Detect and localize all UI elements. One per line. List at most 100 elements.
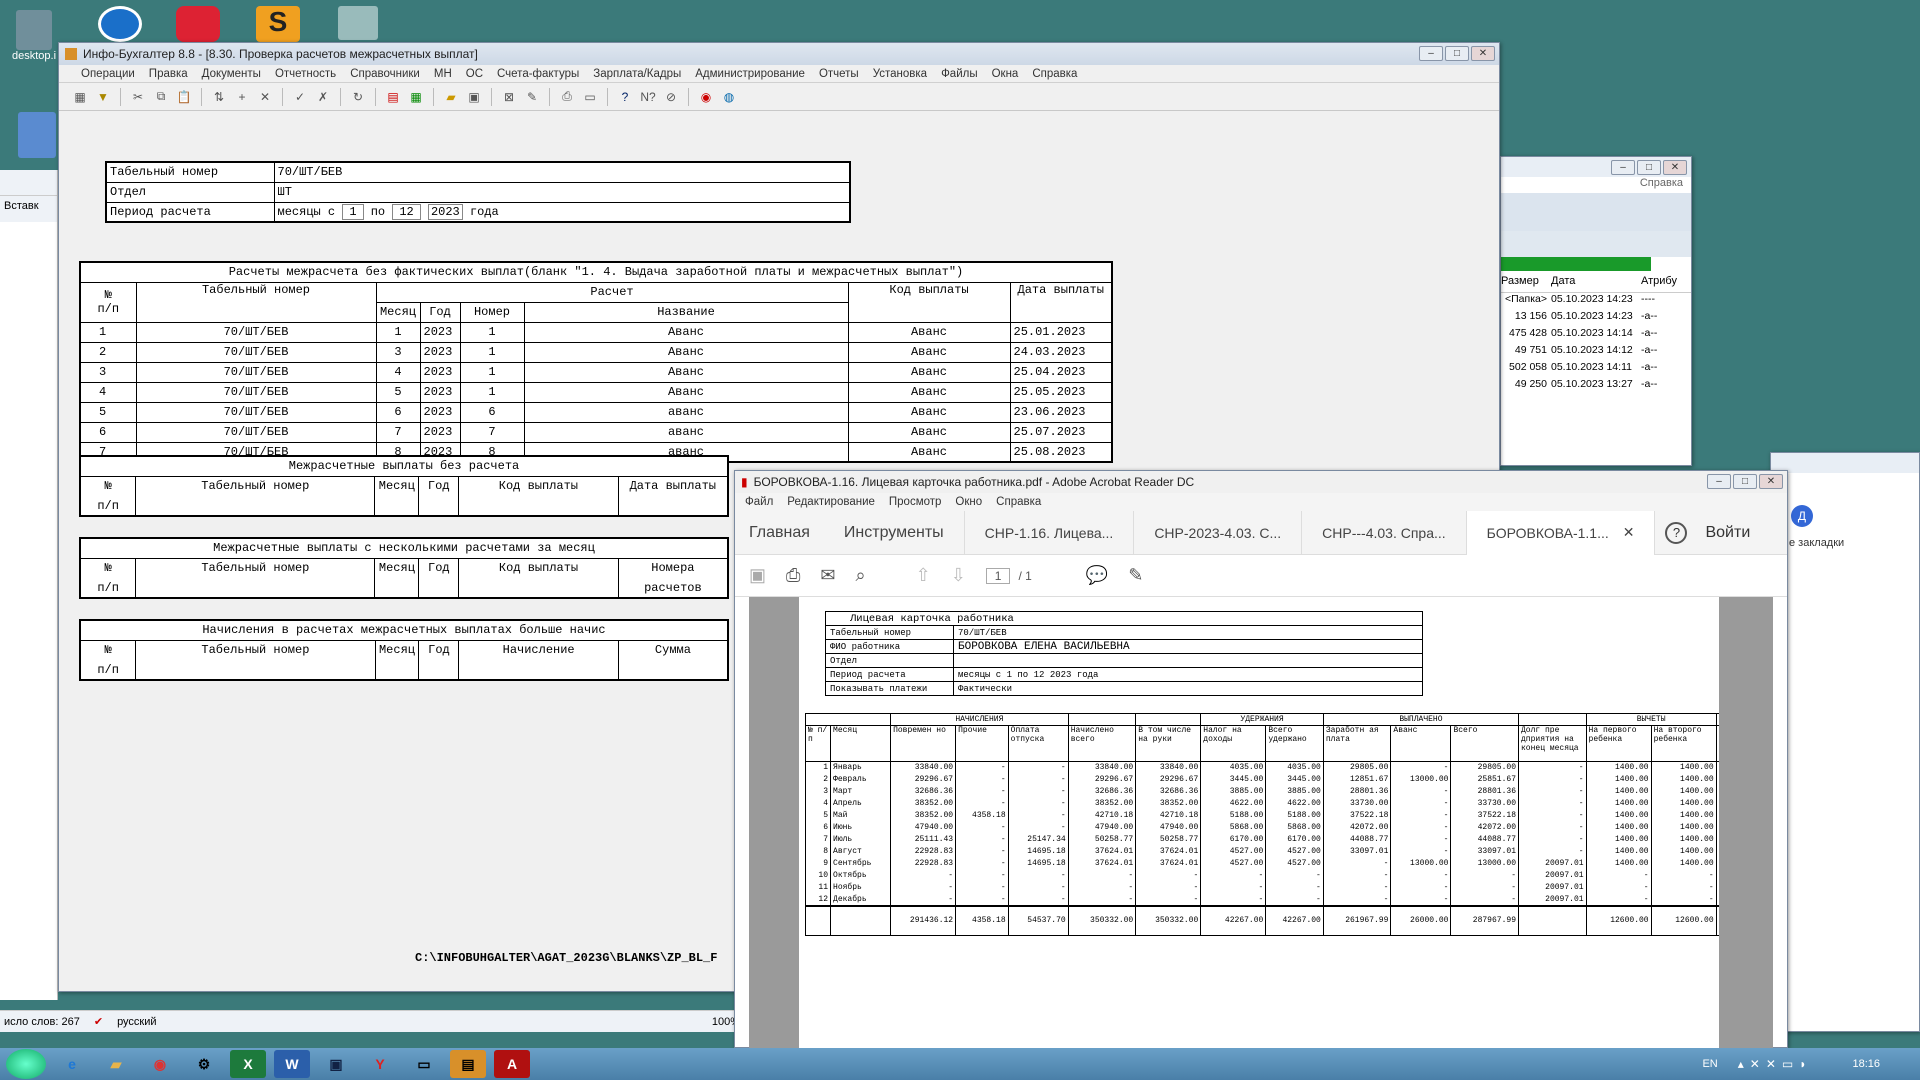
compass-icon[interactable]: ⊘ xyxy=(662,88,680,106)
edit-icon[interactable]: ✎ xyxy=(523,88,541,106)
comment-icon[interactable]: 💬 xyxy=(1086,565,1108,586)
menu-item[interactable]: Операции xyxy=(81,68,135,80)
search-icon[interactable]: ⌕ xyxy=(856,565,866,586)
paste-icon[interactable]: 📋 xyxy=(175,88,193,106)
department-value[interactable]: ШТ xyxy=(273,181,851,203)
col-size[interactable]: Размер xyxy=(1501,275,1551,292)
list-item[interactable]: 502 058 05.10.2023 14:11 -a-- xyxy=(1501,361,1691,378)
list-item[interactable]: 49 250 05.10.2023 13:27 -a-- xyxy=(1501,378,1691,395)
menu-item[interactable]: МН xyxy=(434,68,452,80)
save-icon[interactable]: ▣ xyxy=(749,565,766,586)
page-up-icon[interactable]: ⇧ xyxy=(916,565,931,586)
period-from[interactable]: 1 xyxy=(342,203,364,220)
refresh-icon[interactable]: ↻ xyxy=(349,88,367,106)
maximize-button[interactable]: □ xyxy=(1445,46,1469,61)
menu-item[interactable]: Файл xyxy=(745,496,773,508)
infobuh-icon[interactable]: ▤ xyxy=(450,1050,486,1078)
avatar[interactable]: Д xyxy=(1791,505,1813,527)
table-row[interactable]: 4 70/ШТ/БЕВ 5 2023 1 Аванс Аванс 25.05.2023 xyxy=(79,381,1113,403)
mail-icon[interactable]: ✉ xyxy=(820,565,835,586)
teamviewer-icon[interactable] xyxy=(98,6,142,42)
desktop-icon[interactable]: desktop.i xyxy=(10,10,58,66)
menu-item[interactable]: Администрирование xyxy=(695,68,805,80)
tab-number-value[interactable]: 70/ШТ/БЕВ xyxy=(273,161,851,183)
support-icon[interactable]: ◉ xyxy=(697,88,715,106)
explorer-icon[interactable]: ▰ xyxy=(98,1050,134,1078)
grid-icon[interactable]: ▦ xyxy=(71,88,89,106)
filter-icon[interactable]: ▼ xyxy=(94,88,112,106)
acrobat-icon[interactable]: A xyxy=(494,1050,530,1078)
unmark-icon[interactable]: ✗ xyxy=(314,88,332,106)
minimize-button[interactable]: ‒ xyxy=(1611,160,1635,175)
minimize-button[interactable]: ‒ xyxy=(1419,46,1443,61)
table-row[interactable]: 5 70/ШТ/БЕВ 6 2023 6 аванс Аванс 23.06.2023 xyxy=(79,401,1113,423)
tab-home[interactable]: Главная xyxy=(735,511,824,555)
excel-icon[interactable]: X xyxy=(230,1050,266,1078)
app-icon[interactable]: ⚙ xyxy=(186,1050,222,1078)
menu-item[interactable]: Справка xyxy=(1032,68,1077,80)
page-input[interactable]: 1 xyxy=(985,567,1011,584)
copy-icon[interactable]: ⧉ xyxy=(152,88,170,106)
close-button[interactable]: ✕ xyxy=(1471,46,1495,61)
list-item[interactable]: 49 751 05.10.2023 14:12 -a-- xyxy=(1501,344,1691,361)
tab-doc-3[interactable]: СНР---4.03. Спра... xyxy=(1302,510,1467,555)
floppy-icon[interactable]: ▣ xyxy=(318,1050,354,1078)
list-item[interactable]: 475 428 05.10.2023 14:14 -a-- xyxy=(1501,327,1691,344)
period-to[interactable]: 12 xyxy=(392,203,421,220)
page-down-icon[interactable]: ⇩ xyxy=(951,565,966,586)
table-row[interactable]: 3 70/ШТ/БЕВ 4 2023 1 Аванс Аванс 25.04.2023 xyxy=(79,361,1113,383)
yandex-icon[interactable]: Y xyxy=(362,1050,398,1078)
network-icon[interactable] xyxy=(338,6,378,40)
table-row[interactable]: 2 70/ШТ/БЕВ 3 2023 1 Аванс Аванс 24.03.2023 xyxy=(79,341,1113,363)
chrome-icon[interactable]: ◉ xyxy=(142,1050,178,1078)
table-row[interactable]: 1 70/ШТ/БЕВ 1 2023 1 Аванс Аванс 25.01.2023 xyxy=(79,321,1113,343)
add-icon[interactable]: + xyxy=(233,88,251,106)
close-button[interactable]: ✕ xyxy=(1663,160,1687,175)
tray-icons[interactable]: ▴✕✕▭◗ xyxy=(1738,1057,1813,1071)
delete-icon[interactable]: ✕ xyxy=(256,88,274,106)
start-button[interactable] xyxy=(6,1049,46,1079)
pdf-icon[interactable]: ▤ xyxy=(384,88,402,106)
app-icon-red[interactable] xyxy=(176,6,220,42)
language[interactable]: русский xyxy=(117,1016,156,1028)
col-date[interactable]: Дата xyxy=(1551,275,1641,292)
menu-item[interactable]: Документы xyxy=(202,68,261,80)
language-indicator[interactable]: EN xyxy=(1702,1058,1717,1070)
menu-item[interactable]: Редактирование xyxy=(787,496,875,508)
menu-item[interactable]: ОС xyxy=(466,68,483,80)
help-icon[interactable]: ? xyxy=(616,88,634,106)
period-year[interactable]: 2023 xyxy=(427,203,463,220)
excel-icon[interactable]: ▦ xyxy=(407,88,425,106)
cut-icon[interactable]: ✂ xyxy=(129,88,147,106)
context-help-icon[interactable]: N? xyxy=(639,88,657,106)
list-item[interactable]: <Папка> 05.10.2023 14:23 ---- xyxy=(1501,293,1691,310)
menu-item[interactable]: Справка xyxy=(996,496,1041,508)
menu-item[interactable]: Файлы xyxy=(941,68,978,80)
menu-item[interactable]: Отчетность xyxy=(275,68,336,80)
word-icon[interactable]: W xyxy=(274,1050,310,1078)
menu-item[interactable]: Установка xyxy=(873,68,927,80)
mark-icon[interactable]: ✓ xyxy=(291,88,309,106)
pen-icon[interactable]: ✎ xyxy=(1128,565,1143,586)
help-menu[interactable]: Справка xyxy=(1501,177,1691,193)
export-icon[interactable]: ⊠ xyxy=(500,88,518,106)
maximize-button[interactable]: □ xyxy=(1637,160,1661,175)
menu-item[interactable]: Окно xyxy=(955,496,982,508)
table-row[interactable]: 6 70/ШТ/БЕВ 7 2023 7 аванс Аванс 25.07.2023 xyxy=(79,421,1113,443)
app-icon-s[interactable]: S xyxy=(256,6,300,42)
open-icon[interactable]: ▰ xyxy=(442,88,460,106)
menu-item[interactable]: Зарплата/Кадры xyxy=(593,68,681,80)
menu-item[interactable]: Счета-фактуры xyxy=(497,68,579,80)
network-icon[interactable]: ▭ xyxy=(406,1050,442,1078)
spellcheck-icon[interactable]: ✔ xyxy=(94,1015,103,1028)
menu-item[interactable]: Справочники xyxy=(350,68,420,80)
save-icon[interactable]: ▣ xyxy=(465,88,483,106)
print-icon[interactable]: ⎙ xyxy=(558,88,576,106)
tab-doc-1[interactable]: СНР-1.16. Лицева... xyxy=(965,510,1135,555)
tab-doc-4[interactable]: БОРОВКОВА-1.1... ✕ xyxy=(1466,510,1656,555)
close-tab-icon[interactable]: ✕ xyxy=(1623,524,1635,541)
menu-item[interactable]: Просмотр xyxy=(889,496,942,508)
menu-item[interactable]: Правка xyxy=(149,68,188,80)
menu-item[interactable]: Окна xyxy=(992,68,1019,80)
sort-icon[interactable]: ⇅ xyxy=(210,88,228,106)
